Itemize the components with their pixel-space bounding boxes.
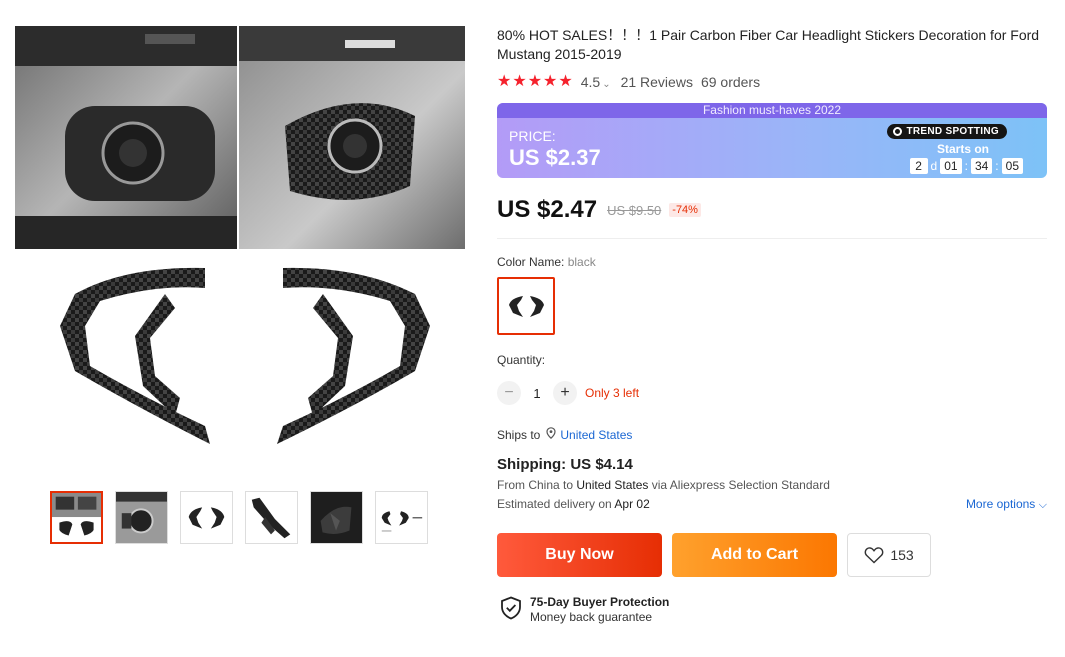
estimated-delivery-label: Estimated delivery on — [497, 497, 612, 511]
star-icon: ★ — [512, 73, 527, 90]
promo-price: US $2.37 — [509, 145, 601, 170]
rating-row: ★ ★ ★ ★ ★ 4.5 ⌄ 21 Reviews 69 orders — [497, 72, 1047, 92]
more-options-link[interactable]: More options ⌵ — [966, 497, 1047, 512]
thumbnail-3[interactable] — [180, 491, 233, 544]
price-row: US $2.47 US $9.50 -74% — [497, 196, 1047, 224]
thumbnail-6[interactable] — [375, 491, 428, 544]
color-swatch-image — [509, 296, 544, 317]
thumbnail-strip — [50, 491, 428, 544]
more-options-label: More options — [965, 497, 1036, 511]
promo-card: Fashion must-haves 2022 PRICE: US $2.37 … — [497, 103, 1047, 178]
buy-now-button[interactable]: Buy Now — [497, 533, 662, 577]
ships-to-country-link[interactable]: United States — [560, 428, 632, 442]
chevron-down-icon: ⌵ — [1038, 499, 1047, 511]
shipping-route: From China to United States via Aliexpre… — [497, 478, 1047, 492]
star-icon: ★ — [543, 73, 558, 90]
starts-on-label: Starts on — [936, 142, 989, 156]
add-to-cart-button[interactable]: Add to Cart — [672, 533, 837, 577]
wishlist-button[interactable]: 153 — [847, 533, 931, 577]
product-title: 80% HOT SALES！！！1 Pair Carbon Fiber Car … — [497, 27, 1040, 62]
divider — [497, 238, 1047, 239]
quantity-decrease-button[interactable]: − — [497, 381, 521, 405]
countdown-separator: : — [995, 159, 999, 173]
trend-spotting-badge: TREND SPOTTING — [887, 124, 1007, 139]
countdown-separator: : — [964, 159, 968, 173]
action-buttons: Buy Now Add to Cart 153 — [497, 533, 1047, 577]
heart-icon — [864, 547, 884, 564]
quantity-stepper: − 1 + Only 3 left — [497, 381, 1047, 405]
buyer-protection: 75-Day Buyer Protection Money back guara… — [500, 595, 1047, 624]
rating-value: 4.5 — [580, 74, 601, 90]
shipping-method: via Aliexpress Selection Standard — [651, 478, 830, 492]
orders-count: 69 orders — [700, 74, 761, 90]
countdown-hours: 01 — [940, 158, 962, 174]
discount-badge: -74% — [669, 203, 701, 217]
countdown-seconds: 05 — [1001, 158, 1023, 174]
countdown-minutes: 34 — [970, 158, 993, 174]
quantity-value[interactable]: 1 — [521, 386, 553, 401]
promo-price-label: PRICE: — [509, 128, 556, 144]
thumbnail-2[interactable] — [115, 491, 168, 544]
product-info-panel: 80% HOT SALES！！！1 Pair Carbon Fiber Car … — [497, 26, 1047, 624]
thumbnail-4[interactable] — [245, 491, 298, 544]
color-option-black[interactable] — [497, 277, 555, 335]
countdown-days: 2 — [909, 158, 928, 174]
chevron-down-icon: ⌄ — [602, 79, 611, 90]
main-product-image[interactable] — [15, 26, 465, 466]
shipping-price: Shipping: US $4.14 — [497, 456, 633, 473]
quantity-increase-button[interactable]: + — [553, 381, 577, 405]
countdown-day-unit: d — [930, 159, 938, 173]
original-price: US $9.50 — [607, 202, 662, 218]
star-rating: ★ ★ ★ ★ ★ — [497, 74, 573, 90]
star-icon: ★ — [497, 73, 512, 90]
product-photo — [15, 26, 465, 444]
rating-dropdown[interactable]: 4.5 ⌄ — [581, 74, 611, 90]
shipping-to: United States — [576, 478, 649, 492]
reviews-link[interactable]: 21 Reviews — [621, 74, 693, 90]
protection-title: 75-Day Buyer Protection — [530, 595, 670, 609]
shield-check-icon — [501, 596, 521, 620]
star-icon: ★ — [527, 73, 543, 90]
ships-to-label: Ships to — [497, 427, 541, 442]
current-price: US $2.47 — [497, 196, 598, 223]
trend-badge-label: TREND SPOTTING — [906, 126, 999, 137]
stock-left: Only 3 left — [585, 386, 640, 400]
protection-subtitle: Money back guarantee — [530, 610, 653, 624]
quantity-label: Quantity: — [497, 353, 546, 367]
color-label: Color Name: black — [497, 255, 1047, 269]
estimated-delivery-row: Estimated delivery on Apr 02 More option… — [497, 497, 1047, 511]
trend-icon — [893, 127, 903, 136]
estimated-delivery-date: Apr 02 — [614, 497, 650, 511]
shipping-from: From China to — [497, 478, 574, 492]
color-label-text: Color Name: — [497, 255, 565, 269]
thumbnail-5[interactable] — [310, 491, 363, 544]
location-pin-icon — [546, 427, 556, 442]
ships-to-row: Ships to United States — [497, 427, 1047, 442]
wishlist-count: 153 — [890, 547, 914, 563]
promo-banner: Fashion must-haves 2022 — [497, 103, 1047, 118]
countdown-timer: 2 d 01 : 34 : 05 — [909, 158, 1023, 174]
color-value: black — [567, 255, 596, 269]
star-icon: ★ — [558, 73, 573, 90]
thumbnail-1[interactable] — [50, 491, 103, 544]
